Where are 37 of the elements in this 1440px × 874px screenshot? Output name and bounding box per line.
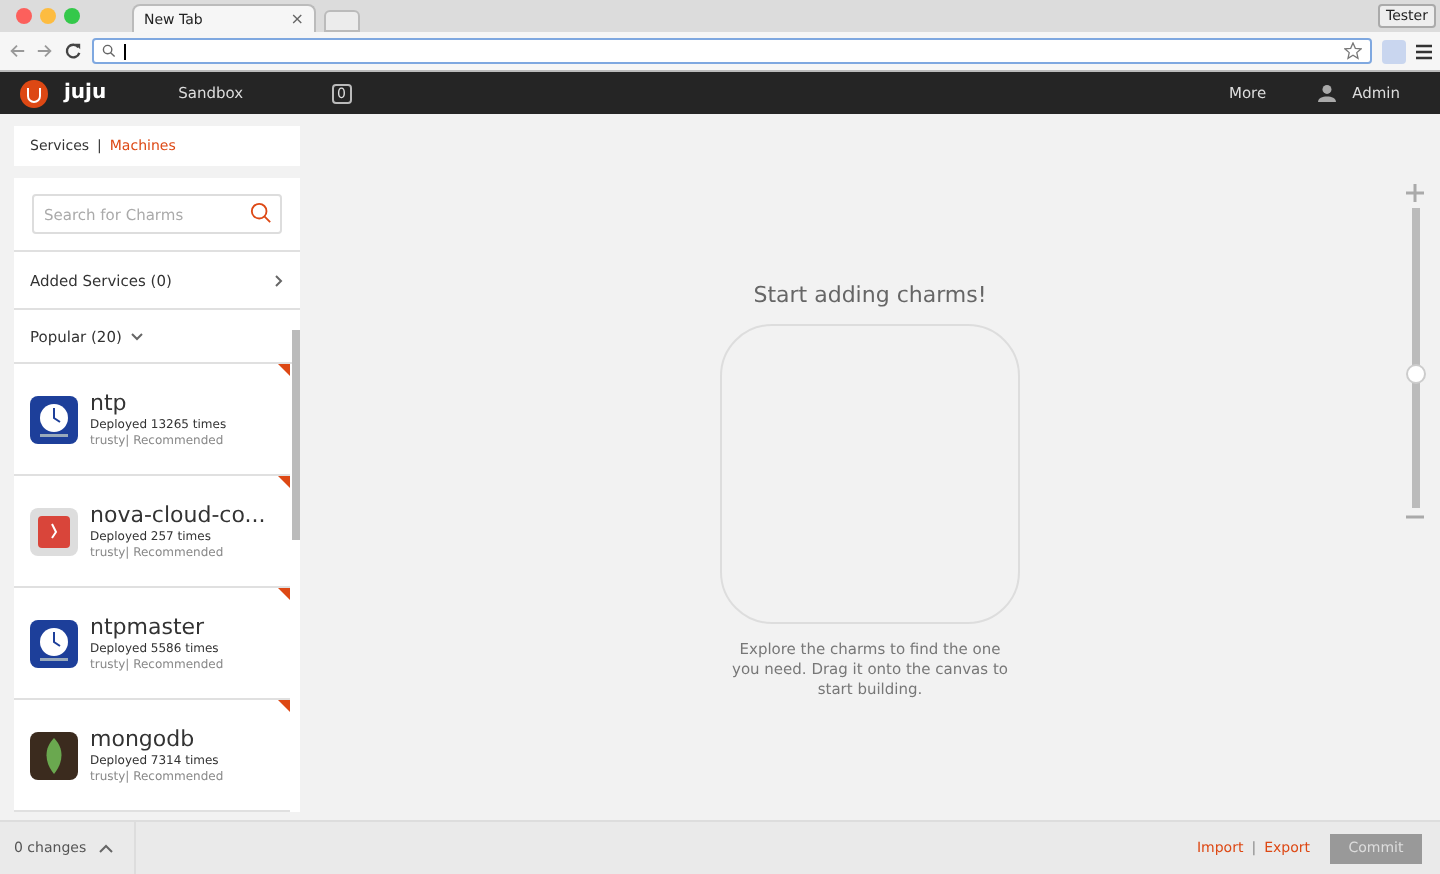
charm-name: mongodb: [90, 726, 197, 753]
search-icon[interactable]: [250, 202, 272, 225]
zoom-out-icon[interactable]: [1406, 514, 1424, 521]
menu-icon[interactable]: [1416, 43, 1432, 60]
logo-text: juju: [64, 82, 107, 105]
canvas-title: Start adding charms!: [753, 282, 987, 309]
charm-name: ntpmaster: [90, 614, 207, 641]
scrollbar[interactable]: [292, 330, 300, 541]
close-tab-button[interactable]: ×: [290, 10, 304, 29]
forward-icon[interactable]: [36, 42, 54, 61]
chevron-right-icon: [274, 273, 284, 288]
new-tab-button[interactable]: [324, 10, 360, 33]
corner-flag-icon: [278, 700, 290, 713]
reload-icon[interactable]: [64, 42, 82, 61]
close-window-icon[interactable]: [16, 8, 32, 25]
minimize-icon[interactable]: [40, 8, 56, 25]
text-cursor: [124, 43, 126, 60]
zoom-in-icon[interactable]: [1406, 184, 1424, 203]
chevron-down-icon: [129, 331, 144, 342]
extension-icon[interactable]: [1382, 39, 1406, 64]
clock-icon: [30, 395, 78, 444]
logo-icon: [20, 79, 48, 108]
clock-icon: [30, 619, 78, 668]
user-icon: [1318, 84, 1337, 103]
chevron-up-icon[interactable]: [98, 843, 115, 854]
address-bar[interactable]: [92, 38, 1372, 65]
corner-flag-icon: [278, 588, 290, 601]
search-icon: [102, 44, 116, 59]
slider-thumb[interactable]: [1405, 363, 1425, 384]
maximize-icon[interactable]: [64, 8, 80, 25]
charm-name: nova-cloud-co...: [90, 502, 266, 529]
back-icon[interactable]: [8, 42, 26, 61]
charm-name: ntp: [90, 390, 129, 417]
star-icon[interactable]: [1344, 42, 1362, 61]
box-icon: [30, 507, 78, 556]
leaf-icon: [30, 731, 78, 780]
zoom-slider[interactable]: [1411, 208, 1419, 509]
